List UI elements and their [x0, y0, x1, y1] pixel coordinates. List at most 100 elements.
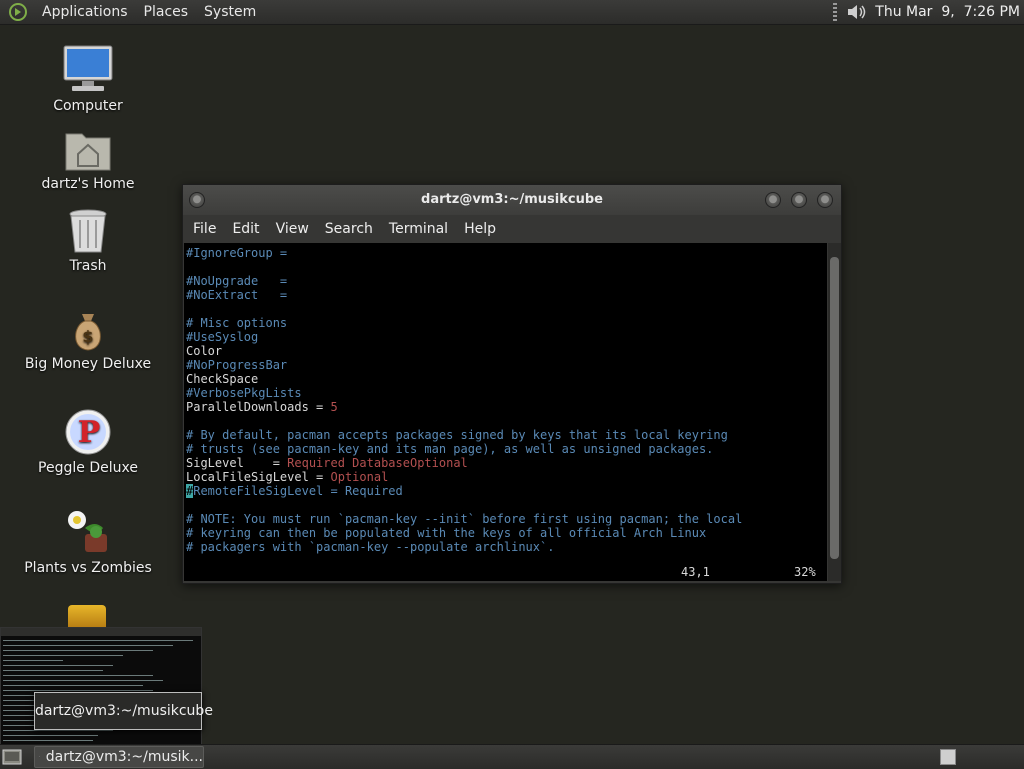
editor-text-segment: #NoUpgrade = — [186, 274, 288, 288]
window-titlebar[interactable]: dartz@vm3:~/musikcube — [183, 185, 841, 215]
editor-text-segment: # Misc options — [186, 316, 288, 330]
svg-text:P: P — [78, 415, 101, 450]
editor-line: # NOTE: You must run `pacman-key --init`… — [186, 512, 742, 526]
money-bag-icon: $ — [75, 314, 101, 351]
editor-line: #NoUpgrade = — [186, 274, 742, 288]
editor-line: #IgnoreGroup = — [186, 246, 742, 260]
editor-line: # By default, pacman accepts packages si… — [186, 428, 742, 442]
editor-text-segment: # packagers with `pacman-key --populate … — [186, 540, 555, 554]
desktop-icon-pvz[interactable]: Plants vs Zombies — [23, 506, 153, 576]
peggle-icon: P — [65, 409, 111, 455]
preview-text-line — [3, 735, 98, 736]
computer-icon — [63, 45, 113, 91]
editor-text-segment: #NoExtract = — [186, 288, 288, 302]
editor-line: Color — [186, 344, 742, 358]
editor-line: CheckSpace — [186, 372, 742, 386]
editor-text-segment: # trusts (see pacman-key and its man pag… — [186, 442, 714, 456]
scroll-percent: 32% — [794, 565, 816, 579]
terminal-menubar: File Edit View Search Terminal Help — [183, 215, 841, 243]
desktop-icon-computer[interactable]: Computer — [23, 44, 153, 114]
editor-text-segment: #IgnoreGroup = — [186, 246, 288, 260]
preview-text-line — [3, 650, 153, 651]
editor-text-segment: LocalFileSigLevel = — [186, 470, 331, 484]
preview-text-line — [3, 680, 163, 681]
editor-text-segment: Required DatabaseOptional — [287, 456, 468, 470]
editor-text-segment: # NOTE: You must run `pacman-key --init`… — [186, 512, 743, 526]
gnome-foot-icon[interactable] — [8, 2, 28, 22]
menu-view[interactable]: View — [268, 221, 317, 237]
desktop-icon-label: Plants vs Zombies — [24, 560, 152, 576]
terminal-icon — [39, 756, 40, 758]
editor-text-segment: RemoteFileSigLevel = Required — [193, 484, 403, 498]
preview-text-line — [3, 675, 153, 676]
preview-text-line — [3, 730, 113, 731]
vim-status-line: 43,1 32% — [184, 563, 827, 581]
preview-text-line — [3, 640, 193, 641]
menu-help[interactable]: Help — [456, 221, 504, 237]
editor-line: ParallelDownloads = 5 — [186, 400, 742, 414]
preview-text-line — [3, 660, 63, 661]
editor-line: # keyring can then be populated with the… — [186, 526, 742, 540]
terminal-window[interactable]: dartz@vm3:~/musikcube File Edit View Sea… — [182, 184, 842, 584]
preview-text-line — [3, 655, 123, 656]
menu-terminal[interactable]: Terminal — [381, 221, 456, 237]
show-desktop-icon[interactable] — [2, 748, 22, 766]
trash-icon — [69, 209, 107, 253]
taskbar-button-label: dartz@vm3:~/musik... — [45, 749, 203, 765]
menu-search[interactable]: Search — [317, 221, 381, 237]
svg-text:$: $ — [82, 327, 93, 346]
editor-text-segment: ParallelDownloads = — [186, 400, 331, 414]
desktop-icon-label: Peggle Deluxe — [38, 460, 138, 476]
desktop-icon-label: Computer — [53, 98, 123, 114]
desktop-icon-label: dartz's Home — [41, 176, 135, 192]
places-menu[interactable]: Places — [136, 4, 197, 20]
editor-line: #VerbosePkgLists — [186, 386, 742, 400]
editor-line: SigLevel = Required DatabaseOptional — [186, 456, 742, 470]
preview-menubar — [1, 628, 201, 636]
preview-text-line — [3, 690, 153, 691]
editor-text-segment: # keyring can then be populated with the… — [186, 526, 707, 540]
close-button[interactable] — [817, 192, 833, 208]
editor-text-segment: 5 — [330, 400, 338, 414]
scrollbar-thumb[interactable] — [830, 257, 839, 559]
clock[interactable]: Thu Mar 9, 7:26 PM — [875, 4, 1020, 20]
applications-menu[interactable]: Applications — [34, 4, 136, 20]
panel-handle[interactable] — [833, 3, 838, 21]
desktop-icon-home[interactable]: dartz's Home — [23, 128, 153, 192]
editor-text-segment: Color — [186, 344, 223, 358]
terminal-scrollbar[interactable] — [828, 243, 841, 581]
menu-edit[interactable]: Edit — [224, 221, 267, 237]
workspace-switcher[interactable] — [940, 749, 956, 765]
panel-right: Thu Mar 9, 7:26 PM — [833, 0, 1024, 24]
editor-text-segment: # By default, pacman accepts packages si… — [186, 428, 728, 442]
desktop-icon-peggle[interactable]: P Peggle Deluxe — [23, 408, 153, 476]
preview-text-line — [3, 665, 113, 666]
system-menu[interactable]: System — [196, 4, 264, 20]
plants-vs-zombies-icon — [68, 511, 107, 552]
cursor-position: 43,1 — [681, 565, 710, 579]
maximize-button[interactable] — [791, 192, 807, 208]
desktop-icon-trash[interactable]: Trash — [23, 208, 153, 274]
top-panel: Applications Places System Thu Mar 9, 7:… — [0, 0, 1024, 25]
window-title: dartz@vm3:~/musikcube — [421, 192, 603, 207]
editor-text-segment: SigLevel = — [186, 456, 288, 470]
minimize-button[interactable] — [765, 192, 781, 208]
volume-icon[interactable] — [845, 2, 867, 22]
editor-line: LocalFileSigLevel = Optional — [186, 470, 742, 484]
terminal-text-area[interactable]: #IgnoreGroup = #NoUpgrade = #NoExtract = # … — [184, 243, 827, 581]
desktop-icon-label: Trash — [69, 258, 107, 274]
editor-text-segment: #NoProgressBar — [186, 358, 288, 372]
taskbar-tooltip: dartz@vm3:~/musikcube — [34, 692, 213, 730]
window-menu-icon[interactable] — [189, 192, 205, 208]
editor-line: #RemoteFileSigLevel = Required — [186, 484, 742, 498]
desktop-icon-big-money[interactable]: $ Big Money Deluxe — [23, 310, 153, 372]
menu-file[interactable]: File — [185, 221, 224, 237]
preview-text-line — [3, 670, 103, 671]
editor-text-segment: Optional — [330, 470, 389, 484]
editor-line: # packagers with `pacman-key --populate … — [186, 540, 742, 554]
editor-text-segment: #UseSyslog — [186, 330, 259, 344]
taskbar-button-terminal[interactable]: dartz@vm3:~/musik... — [34, 746, 204, 768]
